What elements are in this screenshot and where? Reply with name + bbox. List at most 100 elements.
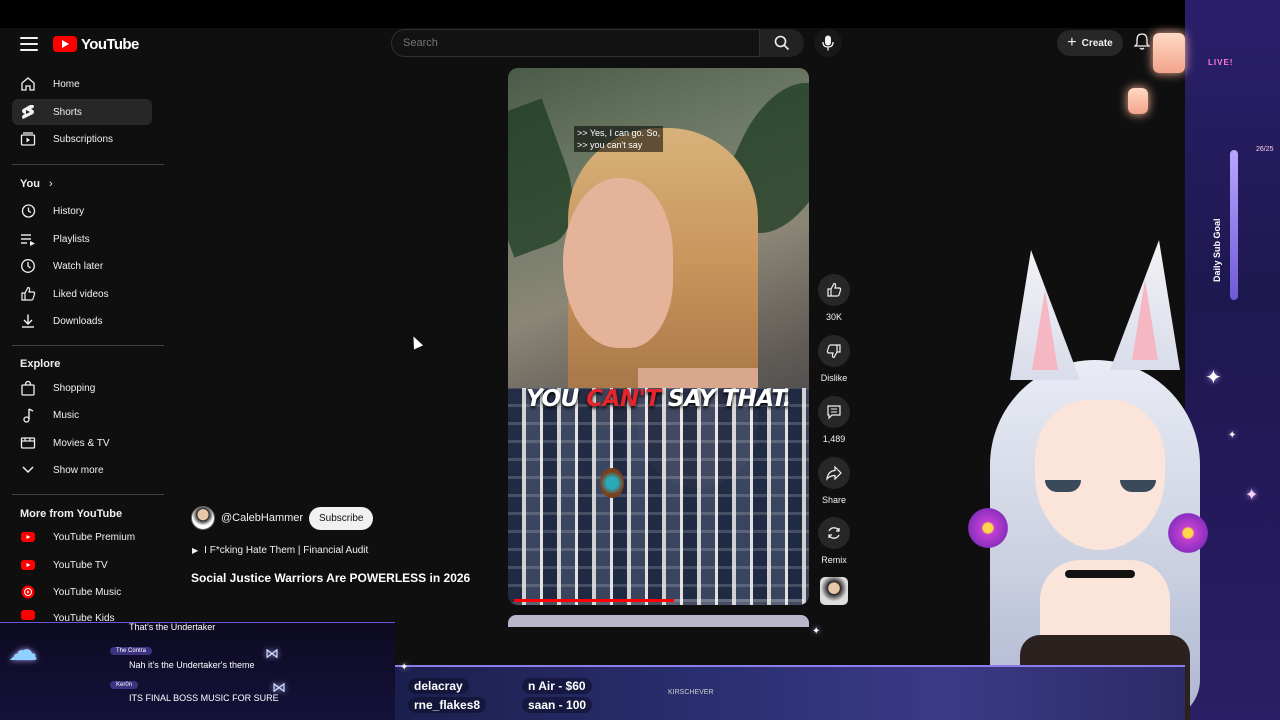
remix-button[interactable]: Remix bbox=[818, 517, 850, 565]
dislike-button[interactable]: Dislike bbox=[818, 335, 850, 383]
sidebar-item-label: Movies & TV bbox=[53, 437, 110, 449]
sidebar-item-history[interactable]: History bbox=[12, 198, 152, 224]
sidebar-item-label: Playlists bbox=[53, 233, 90, 245]
subscribe-button[interactable]: Subscribe bbox=[309, 507, 374, 530]
sidebar-item-label: History bbox=[53, 205, 85, 217]
sidebar-item-youtube-kids[interactable]: YouTube Kids bbox=[12, 607, 152, 623]
explore-section-header: Explore bbox=[20, 358, 61, 370]
playlist-link[interactable]: ▶ I F*cking Hate Them | Financial Audit bbox=[192, 545, 368, 556]
video-subject-shirt bbox=[508, 388, 809, 605]
play-icon: ▶ bbox=[192, 546, 199, 555]
caption-word: YOU bbox=[526, 386, 579, 412]
sidebar-item-youtube-music[interactable]: YouTube Music bbox=[12, 579, 152, 605]
dislike-icon bbox=[818, 335, 850, 367]
music-icon bbox=[20, 407, 36, 423]
like-count: 30K bbox=[825, 312, 842, 322]
video-title[interactable]: Social Justice Warriors Are POWERLESS in… bbox=[191, 571, 470, 585]
sidebar-item-youtube-premium[interactable]: YouTube Premium bbox=[12, 524, 152, 550]
sidebar-item-label: Liked videos bbox=[53, 288, 109, 300]
history-icon bbox=[20, 203, 36, 219]
menu-icon[interactable] bbox=[20, 37, 38, 51]
sidebar-item-home[interactable]: Home bbox=[12, 71, 152, 97]
microphone-icon bbox=[822, 35, 834, 51]
live-badge: LIVE! bbox=[1208, 58, 1234, 67]
youtube-logo[interactable]: YouTube bbox=[53, 35, 139, 53]
donation-item: saan - 100 bbox=[522, 697, 593, 713]
sidebar-divider bbox=[12, 345, 164, 346]
sidebar-item-subscriptions[interactable]: Subscriptions bbox=[12, 126, 152, 152]
avatar-ear bbox=[1110, 240, 1180, 370]
channel-avatar[interactable] bbox=[191, 506, 215, 530]
lantern-decoration bbox=[1128, 88, 1148, 114]
chat-message: ITS FINAL BOSS MUSIC FOR SURE bbox=[129, 693, 279, 703]
more-from-youtube-header: More from YouTube bbox=[20, 508, 123, 520]
overlay-ticker: KIRSCHEVER bbox=[668, 689, 714, 696]
youtube-tv-icon bbox=[20, 557, 36, 573]
sparkle-decoration: ✦ bbox=[812, 626, 821, 637]
playlist-title: I F*cking Hate Them | Financial Audit bbox=[204, 545, 369, 556]
mouse-cursor bbox=[408, 334, 424, 350]
download-icon bbox=[20, 313, 36, 329]
video-progress-bar[interactable] bbox=[514, 599, 804, 602]
sidebar-item-label: Shopping bbox=[53, 382, 96, 394]
sidebar-item-liked-videos[interactable]: Liked videos bbox=[12, 281, 152, 307]
dislike-label: Dislike bbox=[820, 373, 848, 383]
donation-item: rne_flakes8 bbox=[408, 697, 487, 713]
share-label: Share bbox=[821, 495, 847, 505]
movies-icon bbox=[20, 435, 36, 451]
comment-count: 1,489 bbox=[822, 434, 846, 444]
sidebar-item-show-more[interactable]: Show more bbox=[12, 457, 152, 483]
sidebar-item-playlists[interactable]: Playlists bbox=[12, 226, 152, 252]
flower-decoration bbox=[1165, 510, 1211, 556]
sidebar-item-movies-tv[interactable]: Movies & TV bbox=[12, 430, 152, 456]
comments-button[interactable]: 1,489 bbox=[818, 396, 850, 444]
like-icon bbox=[818, 274, 850, 306]
sidebar-item-youtube-tv[interactable]: YouTube TV bbox=[12, 552, 152, 578]
sidebar-item-label: YouTube Music bbox=[53, 586, 122, 598]
youtube-premium-icon bbox=[20, 529, 36, 545]
bow-icon: ⋈ bbox=[272, 679, 286, 695]
sidebar-item-label: Downloads bbox=[53, 315, 103, 327]
sidebar-item-shorts[interactable]: Shorts bbox=[12, 99, 152, 125]
flower-decoration bbox=[965, 505, 1011, 551]
video-subject-pendant bbox=[600, 468, 624, 498]
shorts-video-player[interactable]: >> Yes, I can go. So, >> you can't say Y… bbox=[508, 68, 809, 605]
sidebar: Home Shorts Subscriptions You › History … bbox=[0, 70, 165, 625]
plus-icon: + bbox=[1067, 34, 1077, 51]
sidebar-item-music[interactable]: Music bbox=[12, 402, 152, 428]
subscriptions-icon bbox=[20, 131, 36, 147]
video-progress-fill bbox=[514, 599, 674, 602]
channel-name[interactable]: @CalebHammer bbox=[221, 512, 303, 524]
next-short-preview[interactable] bbox=[508, 615, 809, 627]
avatar-choker bbox=[1065, 570, 1135, 578]
you-section-header[interactable]: You › bbox=[20, 178, 53, 190]
sparkle-decoration: ✦ bbox=[1245, 487, 1259, 504]
like-icon bbox=[20, 286, 36, 302]
create-label: Create bbox=[1081, 37, 1113, 49]
share-button[interactable]: Share bbox=[818, 457, 850, 505]
notifications-bell-icon[interactable] bbox=[1133, 33, 1152, 53]
youtube-logo-icon bbox=[53, 36, 77, 52]
sidebar-item-downloads[interactable]: Downloads bbox=[12, 308, 152, 334]
shopping-icon bbox=[20, 380, 36, 396]
watch-later-icon bbox=[20, 258, 36, 274]
sidebar-item-shopping[interactable]: Shopping bbox=[12, 375, 152, 401]
sidebar-divider bbox=[12, 164, 164, 165]
share-icon bbox=[818, 457, 850, 489]
top-strip bbox=[0, 0, 1280, 28]
remix-label: Remix bbox=[821, 555, 847, 565]
caption-word-highlight: CAN'T bbox=[586, 386, 661, 412]
create-button[interactable]: + Create bbox=[1057, 30, 1123, 56]
search-input[interactable] bbox=[392, 30, 759, 56]
sub-goal-count: 26/25 bbox=[1256, 146, 1274, 153]
search-box[interactable] bbox=[391, 29, 760, 57]
lantern-decoration bbox=[1153, 33, 1185, 73]
voice-search-button[interactable] bbox=[814, 29, 842, 57]
search-button[interactable] bbox=[760, 29, 804, 57]
like-button[interactable]: 30K bbox=[818, 274, 850, 322]
you-header-label: You bbox=[20, 178, 40, 190]
donation-item: n Air - $60 bbox=[522, 678, 592, 694]
avatar-face bbox=[1035, 400, 1165, 550]
sound-thumbnail[interactable] bbox=[820, 577, 848, 605]
sidebar-item-watch-later[interactable]: Watch later bbox=[12, 253, 152, 279]
